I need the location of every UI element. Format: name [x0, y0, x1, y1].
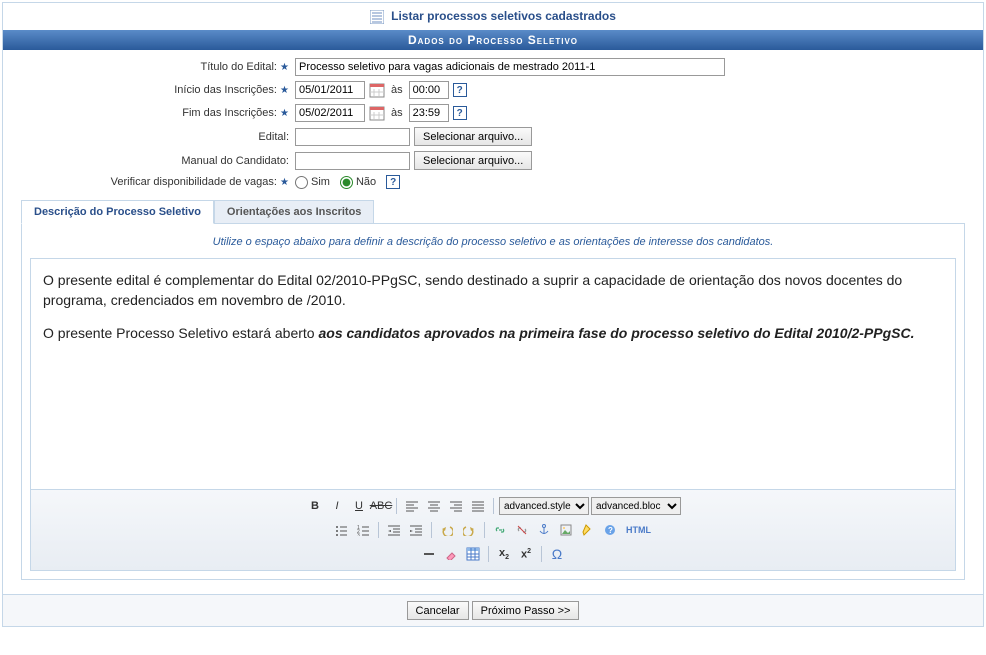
superscript-icon[interactable]: x2	[516, 544, 536, 564]
align-right-icon[interactable]	[446, 496, 466, 516]
next-step-button[interactable]: Próximo Passo >>	[472, 601, 580, 620]
hint-text: Utilize o espaço abaixo para definir a d…	[30, 232, 956, 258]
title-label: Título do Edital: ★	[15, 61, 295, 73]
unlink-icon[interactable]	[512, 520, 532, 540]
outdent-icon[interactable]	[384, 520, 404, 540]
underline-icon[interactable]: U	[349, 496, 369, 516]
start-date-input[interactable]	[295, 81, 365, 99]
edital-label: Edital:	[15, 131, 295, 143]
tab-description[interactable]: Descrição do Processo Seletivo	[21, 200, 214, 224]
html-icon[interactable]: HTML	[622, 520, 655, 540]
end-time-input[interactable]	[409, 104, 449, 122]
cancel-button[interactable]: Cancelar	[407, 601, 469, 620]
image-icon[interactable]	[556, 520, 576, 540]
editor-box: O presente edital é complementar do Edit…	[30, 258, 956, 571]
help-tool-icon[interactable]: ?	[600, 520, 620, 540]
svg-text:?: ?	[608, 526, 613, 535]
edital-file-button[interactable]: Selecionar arquivo...	[414, 127, 532, 146]
radio-yes[interactable]	[295, 176, 308, 189]
availability-label: Verificar disponibilidade de vagas: ★	[15, 176, 295, 188]
cleanup-icon[interactable]	[578, 520, 598, 540]
indent-icon[interactable]	[406, 520, 426, 540]
end-label: Fim das Inscrições: ★	[15, 107, 295, 119]
as-label: às	[391, 84, 403, 96]
manual-label: Manual do Candidato:	[15, 155, 295, 167]
radio-yes-label[interactable]: Sim	[295, 176, 330, 189]
editor-content[interactable]: O presente edital é complementar do Edit…	[31, 259, 955, 489]
radio-no-label[interactable]: Não	[340, 176, 376, 189]
edital-file-input[interactable]	[295, 128, 410, 146]
block-select[interactable]: advanced.bloc	[591, 497, 681, 515]
manual-file-button[interactable]: Selecionar arquivo...	[414, 151, 532, 170]
subscript-icon[interactable]: x2	[494, 544, 514, 564]
tab-panel: Utilize o espaço abaixo para definir a d…	[21, 223, 965, 580]
table-icon[interactable]	[463, 544, 483, 564]
link-icon[interactable]	[490, 520, 510, 540]
list-processes-link[interactable]: Listar processos seletivos cadastrados	[391, 9, 616, 23]
remove-format-icon[interactable]	[441, 544, 461, 564]
bottom-bar: Cancelar Próximo Passo >>	[3, 594, 983, 626]
calendar-icon[interactable]	[369, 82, 385, 98]
calendar-icon[interactable]	[369, 105, 385, 121]
help-icon[interactable]: ?	[453, 83, 467, 97]
top-link-bar: Listar processos seletivos cadastrados	[3, 3, 983, 30]
editor-toolbar: B I U ABC advanced.style advanced.bloc	[31, 489, 955, 570]
help-icon[interactable]: ?	[453, 106, 467, 120]
hr-icon[interactable]	[419, 544, 439, 564]
strike-icon[interactable]: ABC	[371, 496, 391, 516]
main-container: Listar processos seletivos cadastrados D…	[2, 2, 984, 627]
list-icon	[370, 10, 384, 24]
italic-icon[interactable]: I	[327, 496, 347, 516]
svg-text:3: 3	[357, 533, 360, 536]
form-area: Título do Edital: ★ Início das Inscriçõe…	[3, 50, 983, 594]
section-header: Dados do Processo Seletivo	[3, 30, 983, 50]
unordered-list-icon[interactable]	[331, 520, 351, 540]
tab-orientations[interactable]: Orientações aos Inscritos	[214, 200, 375, 224]
radio-no[interactable]	[340, 176, 353, 189]
bold-icon[interactable]: B	[305, 496, 325, 516]
special-char-icon[interactable]: Ω	[547, 544, 567, 564]
as-label: às	[391, 107, 403, 119]
end-date-input[interactable]	[295, 104, 365, 122]
undo-icon[interactable]	[437, 520, 457, 540]
redo-icon[interactable]	[459, 520, 479, 540]
start-time-input[interactable]	[409, 81, 449, 99]
align-center-icon[interactable]	[424, 496, 444, 516]
start-label: Início das Inscrições: ★	[15, 84, 295, 96]
title-input[interactable]	[295, 58, 725, 76]
ordered-list-icon[interactable]: 123	[353, 520, 373, 540]
style-select[interactable]: advanced.style	[499, 497, 589, 515]
manual-file-input[interactable]	[295, 152, 410, 170]
help-icon[interactable]: ?	[386, 175, 400, 189]
align-justify-icon[interactable]	[468, 496, 488, 516]
anchor-icon[interactable]	[534, 520, 554, 540]
align-left-icon[interactable]	[402, 496, 422, 516]
tabs: Descrição do Processo Seletivo Orientaçõ…	[21, 199, 971, 223]
